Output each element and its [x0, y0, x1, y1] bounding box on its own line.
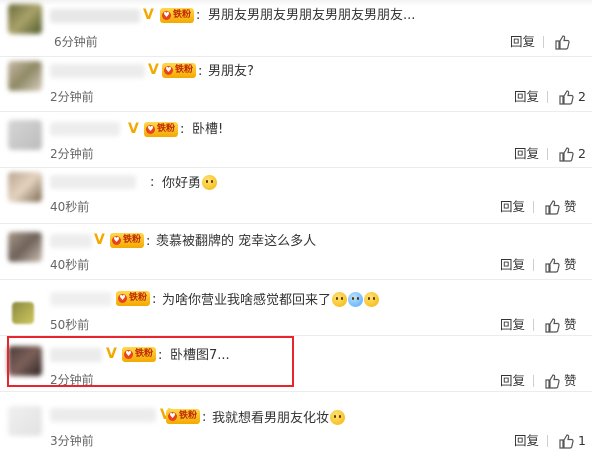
fan-badge-icon: ♥ — [164, 66, 173, 75]
thumbs-up-icon[interactable] — [558, 89, 574, 105]
comment-time: 40秒前 — [50, 258, 90, 272]
like-count: 2 — [578, 89, 586, 104]
thumbs-up-icon[interactable] — [544, 317, 560, 333]
reply-button[interactable]: 回复 — [514, 90, 539, 104]
fan-badge: ♥ 铁粉 — [160, 8, 195, 23]
reply-button[interactable]: 回复 — [514, 147, 539, 161]
v-badge-icon: V — [143, 7, 154, 23]
username[interactable] — [50, 292, 112, 306]
thumbs-up-icon[interactable] — [554, 34, 570, 50]
avatar[interactable] — [8, 406, 42, 436]
reply-button[interactable]: 回复 — [510, 35, 535, 49]
colon: : — [198, 64, 203, 79]
comment-item: V ♥铁粉 : 我就想看男朋友化妆 3分钟前 回复 1 — [0, 392, 592, 461]
avatar[interactable] — [8, 61, 42, 91]
cat-face-emoji-icon — [202, 175, 218, 190]
thumbs-up-icon[interactable] — [544, 199, 560, 215]
thumbs-up-icon[interactable] — [558, 146, 574, 162]
sweat-face-emoji-icon — [332, 292, 348, 307]
comment-time: 2分钟前 — [50, 147, 94, 161]
avatar[interactable] — [8, 4, 42, 34]
action-divider — [543, 36, 544, 48]
username[interactable] — [50, 9, 140, 23]
cool-face-emoji-icon — [348, 292, 364, 307]
username[interactable] — [50, 64, 145, 78]
fan-badge: ♥ 铁粉 — [110, 233, 145, 248]
thumbs-up-icon[interactable] — [544, 257, 560, 273]
fan-badge-icon: ♥ — [112, 236, 121, 245]
fan-badge: ♥ 铁粉 — [116, 291, 151, 306]
action-divider — [533, 259, 534, 271]
comment-item: V ♥ 铁粉 : 男朋友? 2分钟前 回复 2 — [0, 57, 592, 112]
colon: : — [196, 8, 201, 23]
colon: : — [146, 234, 151, 249]
action-divider — [533, 319, 534, 331]
fan-badge: ♥ 铁粉 — [166, 409, 201, 424]
fan-badge-icon: ♥ — [118, 294, 127, 303]
comment-time: 40秒前 — [50, 200, 90, 214]
avatar[interactable] — [8, 232, 42, 262]
like-button-label[interactable]: 赞 — [564, 318, 577, 332]
v-badge-icon: V — [128, 121, 139, 137]
avatar[interactable] — [8, 120, 42, 150]
comment-time: 50秒前 — [50, 318, 90, 332]
reply-button[interactable]: 回复 — [500, 200, 525, 214]
comment-text: 男朋友男朋友男朋友男朋友男朋友... — [208, 8, 416, 23]
like-count: 2 — [578, 146, 586, 161]
comment-item: V ♥ 铁粉 : 男朋友男朋友男朋友男朋友男朋友... 6分钟前 回复 — [0, 0, 592, 57]
colon: : — [150, 175, 155, 190]
fan-badge-icon: ♥ — [146, 125, 155, 134]
fan-badge: ♥ 铁粉 — [144, 122, 179, 137]
like-button-label[interactable]: 赞 — [564, 200, 577, 214]
like-button-label[interactable]: 赞 — [564, 374, 577, 388]
comment-text: 为啥你营业我啥感觉都回来了 — [162, 292, 380, 308]
comment-time: 3分钟前 — [50, 434, 94, 448]
action-divider — [547, 435, 548, 447]
reply-button[interactable]: 回复 — [514, 434, 539, 448]
colon: : — [152, 292, 157, 307]
username[interactable] — [50, 234, 92, 248]
comment-item: : 你好勇 40秒前 回复 赞 — [0, 168, 592, 224]
like-count: 1 — [578, 433, 586, 448]
fan-badge-icon: ♥ — [162, 11, 171, 20]
username[interactable] — [50, 175, 136, 189]
highlight-box — [7, 336, 294, 387]
comment-item: V ♥ 铁粉 : 羡慕被翻牌的 宠幸这么多人 40秒前 回复 赞 — [0, 224, 592, 280]
fan-badge: ♥ 铁粉 — [162, 63, 197, 78]
comment-text: 我就想看男朋友化妆 — [212, 410, 346, 426]
action-divider — [533, 201, 534, 213]
like-button-label[interactable]: 赞 — [564, 258, 577, 272]
v-badge-icon: V — [148, 62, 159, 78]
avatar[interactable] — [12, 302, 34, 324]
comment-text: 男朋友? — [208, 64, 254, 79]
colon: : — [202, 410, 207, 425]
reply-button[interactable]: 回复 — [500, 258, 525, 272]
comment-time: 6分钟前 — [54, 35, 98, 49]
fan-badge-icon: ♥ — [168, 412, 177, 421]
action-divider — [547, 148, 548, 160]
laughing-face-emoji-icon — [364, 292, 380, 307]
comment-text: 你好勇 — [162, 175, 218, 191]
v-badge-icon: V — [94, 232, 105, 248]
comment-text: 卧槽! — [192, 122, 224, 137]
comment-item: ♥ 铁粉 : 为啥你营业我啥感觉都回来了 50秒前 回复 赞 — [0, 280, 592, 336]
reply-button[interactable]: 回复 — [500, 318, 525, 332]
face-emoji-icon — [330, 410, 346, 425]
username[interactable] — [50, 408, 156, 422]
thumbs-up-icon[interactable] — [544, 373, 560, 389]
colon: : — [180, 122, 185, 137]
avatar[interactable] — [8, 172, 42, 202]
username[interactable] — [50, 122, 120, 136]
comment-time: 2分钟前 — [50, 90, 94, 104]
reply-button[interactable]: 回复 — [500, 374, 525, 388]
thumbs-up-icon[interactable] — [558, 433, 574, 449]
action-divider — [547, 91, 548, 103]
comment-item: V ♥ 铁粉 : 卧槽! 2分钟前 回复 2 — [0, 112, 592, 168]
action-divider — [533, 375, 534, 387]
comment-text: 羡慕被翻牌的 宠幸这么多人 — [156, 234, 317, 249]
